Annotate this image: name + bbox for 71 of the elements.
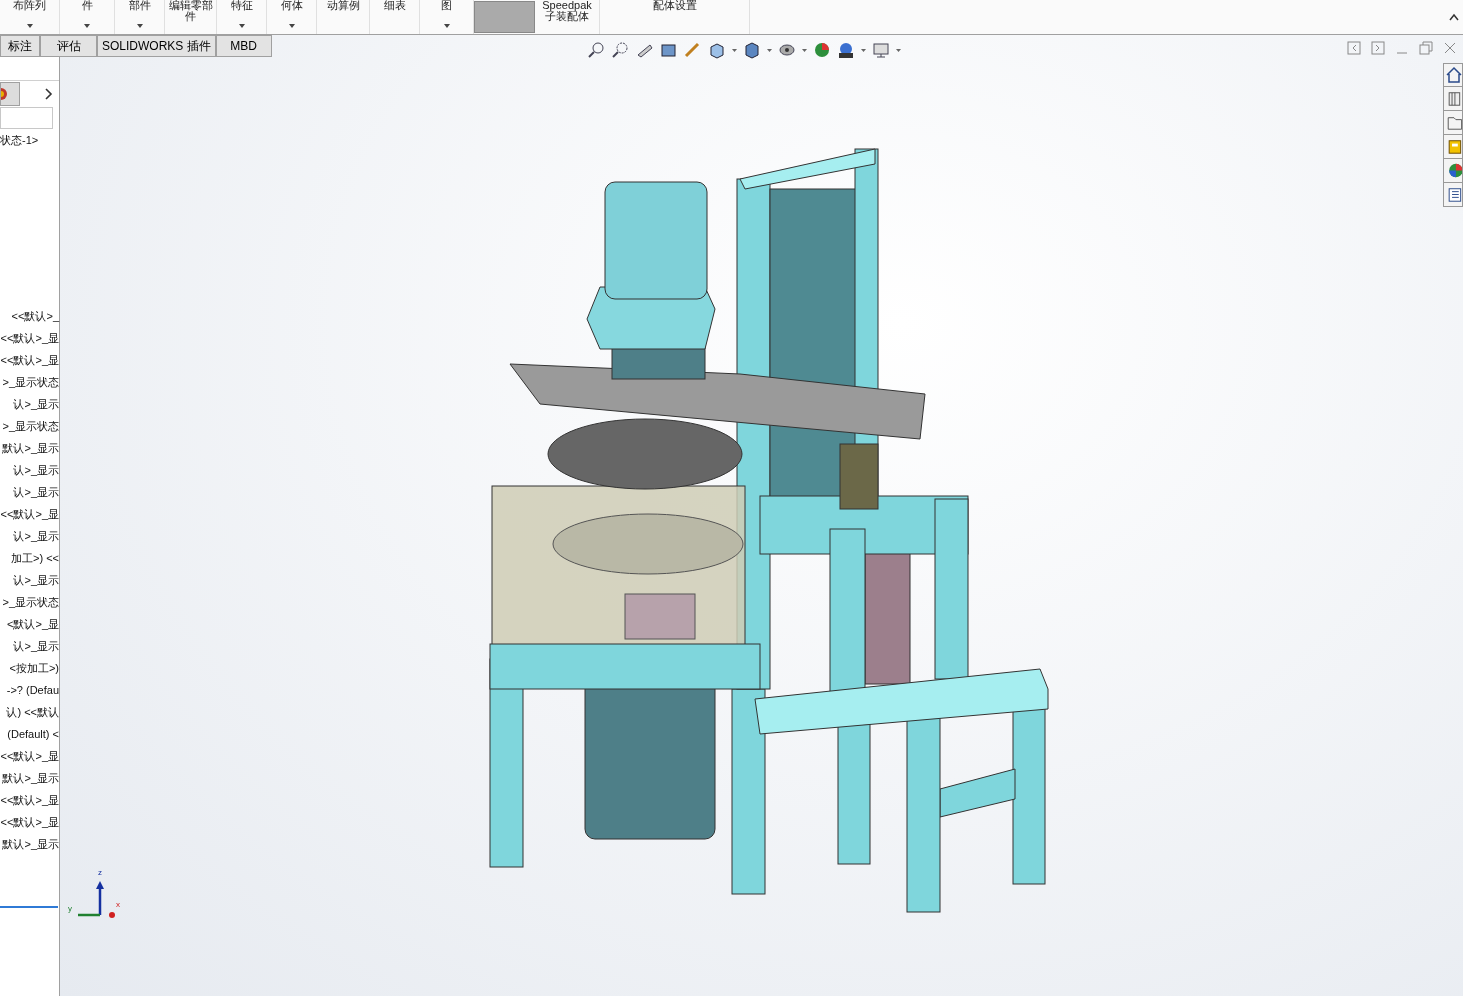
home-icon[interactable] — [1444, 64, 1462, 86]
chevron-right-icon — [45, 88, 53, 100]
section-view-icon[interactable] — [660, 41, 678, 59]
tree-item[interactable]: <<默认>_显 — [0, 747, 59, 765]
collapse-chevron-icon[interactable] — [1449, 13, 1459, 21]
caret-icon — [84, 24, 90, 28]
y-axis-label: y — [68, 905, 72, 913]
tree-item[interactable]: (Default) < — [7, 725, 59, 743]
ribbon-button[interactable]: 何体 — [267, 0, 317, 34]
tree-item[interactable]: <<默认>_显 — [0, 351, 59, 369]
eye-icon[interactable] — [778, 41, 796, 59]
monitor-icon[interactable] — [872, 41, 890, 59]
tree-item[interactable]: 认>_显示 — [13, 395, 59, 413]
zoom-area-icon[interactable] — [612, 41, 630, 59]
filter-field[interactable] — [0, 107, 53, 129]
caret-icon — [136, 24, 143, 28]
ribbon-button[interactable]: 部件 — [115, 0, 165, 34]
tree-item[interactable]: >_显示状态 — [2, 373, 59, 391]
tree-item[interactable]: >_显示状态 — [2, 593, 59, 611]
command-tab[interactable]: MBD — [215, 35, 272, 57]
tree-item[interactable]: <默认>_显 — [7, 615, 59, 633]
zoom-to-fit-icon[interactable] — [588, 41, 606, 59]
tree-item[interactable]: <<默认>_ — [11, 307, 59, 325]
tree-item[interactable]: 认>_显示 — [13, 527, 59, 545]
caret-icon — [288, 24, 295, 28]
display-manager-tab[interactable] — [0, 82, 20, 106]
tree-item[interactable]: 认>_显示 — [13, 483, 59, 501]
caret-icon[interactable] — [802, 48, 807, 52]
tree-item[interactable]: 默认>_显示 — [2, 439, 59, 457]
z-axis-label: z — [98, 869, 102, 877]
command-tab[interactable]: 评估 — [40, 35, 97, 57]
tree-item[interactable]: 认>_显示 — [13, 461, 59, 479]
tree-item[interactable]: ->? (Defau — [6, 681, 59, 699]
caret-icon — [443, 24, 450, 28]
ribbon-button[interactable]: 配体设置 — [600, 0, 750, 34]
close-icon[interactable] — [1443, 41, 1457, 55]
tree-item[interactable]: <<默认>_显 — [0, 329, 59, 347]
caret-icon[interactable] — [896, 48, 901, 52]
tree-header-text: 状态-1> — [0, 132, 39, 148]
ribbon-button[interactable]: 动算例 — [317, 0, 370, 34]
ribbon-button[interactable]: 特征 — [217, 0, 267, 34]
tree-item[interactable]: <<默认>_显 — [0, 791, 59, 809]
tree-item[interactable]: >_显示状态 — [2, 417, 59, 435]
caret-icon[interactable] — [767, 48, 772, 52]
tree-item[interactable]: 加工>) << — [11, 549, 59, 567]
ribbon-button[interactable]: 布阵列 — [0, 0, 60, 34]
view-orientation-icon[interactable] — [708, 41, 726, 59]
x-axis-label: x — [116, 901, 120, 909]
ribbon-button[interactable]: 编辑零部件 — [165, 0, 217, 34]
tree-item[interactable]: <<默认>_显 — [0, 505, 59, 523]
tree-item[interactable]: <<默认>_显 — [0, 813, 59, 831]
tree-item[interactable]: <按加工>) — [9, 659, 59, 677]
ribbon-button[interactable]: 件 — [60, 0, 115, 34]
tile-right-icon[interactable] — [1371, 41, 1385, 55]
caret-icon — [238, 24, 245, 28]
command-tab[interactable]: SOLIDWORKS 插件 — [97, 35, 216, 57]
caret-icon — [26, 24, 33, 28]
appearance-icon[interactable] — [813, 41, 831, 59]
scene-icon[interactable] — [837, 41, 855, 59]
ribbon-button[interactable]: 细表 — [370, 0, 420, 34]
caret-icon[interactable] — [732, 48, 737, 52]
display-style-icon[interactable] — [743, 41, 761, 59]
tree-item[interactable]: 认>_显示 — [13, 637, 59, 655]
tile-left-icon[interactable] — [1347, 41, 1361, 55]
tree-item[interactable]: 认>_显示 — [13, 571, 59, 589]
tree-item[interactable]: 认) <<默认 — [6, 703, 59, 721]
tree-item[interactable]: 默认>_显示 — [2, 769, 59, 787]
caret-icon[interactable] — [861, 48, 866, 52]
tree-item[interactable]: 默认>_显示 — [2, 835, 59, 853]
ribbon-button[interactable]: Speedpak 子装配体 — [535, 0, 600, 34]
command-tab[interactable]: 标注 — [0, 35, 40, 57]
